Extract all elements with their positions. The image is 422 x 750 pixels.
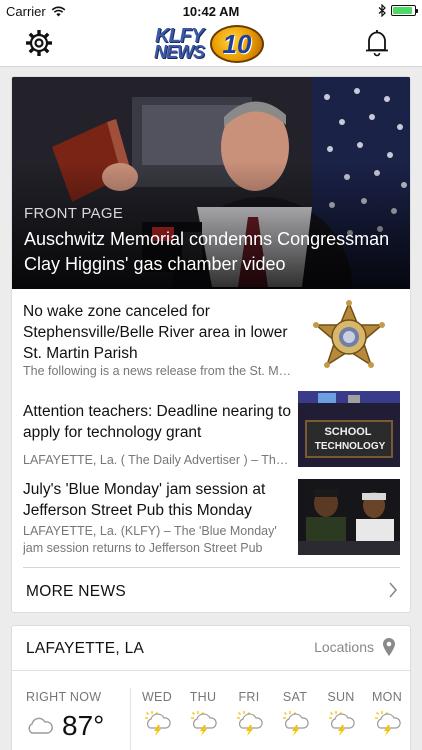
story-thumbnail: SCHOOL TECHNOLOGY [298,391,400,467]
forecast-day[interactable]: FRI [226,690,272,741]
story-item-no-wake-zone[interactable]: No wake zone canceled for Stephensville/… [12,297,410,387]
cloud-icon [28,717,53,734]
notifications-bell-icon[interactable] [365,28,389,58]
weather-vertical-separator [130,688,131,750]
logo-number: 10 [222,28,252,59]
logo-text-news: NEWS [154,42,205,62]
status-right [378,4,418,17]
sheriff-star-badge-icon [313,300,385,368]
story-summary: LAFAYETTE, La. (KLFY) – The 'Blue Monday… [23,524,277,555]
more-news-label: MORE NEWS [26,583,127,600]
settings-gear-icon[interactable] [24,28,54,58]
battery-icon [391,5,418,16]
status-bar: Carrier 10:42 AM [0,0,422,22]
forecast-day[interactable]: SUN [318,690,364,741]
battery-fill [393,7,412,14]
thunderstorm-icon [375,711,401,736]
forecast-day-name: SAT [282,690,308,704]
current-temperature: 87° [62,710,105,741]
logo-badge: 10 [210,25,264,63]
school-technology-chalkboard-icon: SCHOOL TECHNOLOGY [298,391,400,467]
forecast-day-name: MON [371,690,403,704]
more-news-button[interactable]: MORE NEWS [12,569,410,612]
status-time: 10:42 AM [182,4,240,19]
musicians-photo-icon [298,479,400,555]
forecast-days: WED THU FRI SAT SUN MON [134,690,410,741]
thunderstorm-icon [329,711,355,736]
forecast-day-name: SUN [327,690,355,704]
story-title: No wake zone canceled for Stephensville/… [23,303,288,362]
story-item-technology-grant[interactable]: Attention teachers: Deadline nearing to … [12,389,410,477]
nav-bar: KLFY NEWS 10 [0,22,422,67]
news-card: FRONT PAGE Auschwitz Memorial condemns C… [11,76,411,613]
thumb-text-school: SCHOOL [324,426,371,438]
bluetooth-icon [378,4,386,17]
forecast-day[interactable]: WED [134,690,180,741]
locations-label: Locations [314,639,374,655]
right-now-label: RIGHT NOW [26,690,102,704]
story-item-blue-monday[interactable]: July's 'Blue Monday' jam session at Jeff… [12,479,410,563]
thumb-text-technology: TECHNOLOGY [315,441,386,452]
hero-kicker: FRONT PAGE [24,205,124,222]
forecast-day[interactable]: THU [180,690,226,741]
story-thumbnail [299,297,399,381]
forecast-day[interactable]: SAT [272,690,318,741]
story-thumbnail [298,479,400,555]
story-summary: LAFAYETTE, La. ( The Daily Advertiser ) … [23,453,293,467]
story-title: July's 'Blue Monday' jam session at Jeff… [23,481,266,519]
forecast-day[interactable]: MON [364,690,410,741]
weather-city: LAFAYETTE, LA [26,640,145,657]
hero-headline: Auschwitz Memorial condemns Congressman … [24,229,390,274]
chevron-right-icon [389,582,398,598]
locations-button[interactable]: Locations [314,637,396,657]
story-title: Attention teachers: Deadline nearing to … [23,403,291,441]
forecast-day-name: FRI [238,690,260,704]
thunderstorm-icon [191,711,217,736]
thunderstorm-icon [283,711,309,736]
location-pin-icon [383,638,395,656]
thunderstorm-icon [237,711,263,736]
more-news-divider [23,567,400,568]
klfy-news-10-logo: KLFY NEWS 10 [152,24,268,64]
hero-story[interactable]: FRONT PAGE Auschwitz Memorial condemns C… [12,77,410,289]
current-conditions: 87° [26,710,104,742]
story-summary: The following is a news release from the… [23,364,293,378]
forecast-day-name: THU [189,690,217,704]
weather-header-separator [12,670,410,671]
forecast-day-name: WED [141,690,173,704]
thunderstorm-icon [145,711,171,736]
weather-card: LAFAYETTE, LA Locations RIGHT NOW 87° WE… [11,625,411,750]
